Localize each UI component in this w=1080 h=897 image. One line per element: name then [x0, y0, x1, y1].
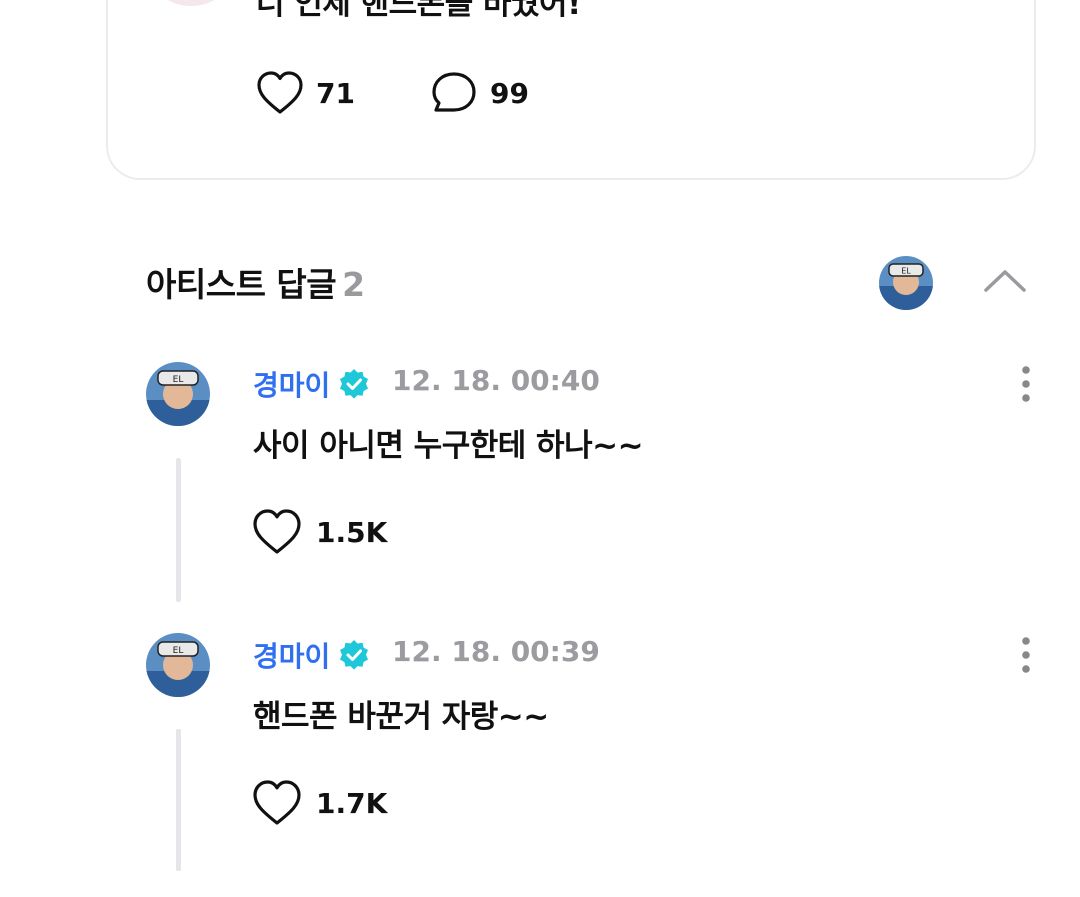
artist-avatar[interactable]: EL: [879, 256, 933, 310]
post-author-avatar[interactable]: [148, 0, 234, 6]
reply-author-name[interactable]: 경마이: [253, 364, 330, 404]
heart-icon: [257, 71, 303, 114]
reply-like-button[interactable]: 1.5K: [252, 508, 387, 556]
svg-text:EL: EL: [901, 267, 911, 276]
post-text: 너 언제 핸드폰을 바꿨어!: [256, 0, 581, 22]
comment-bubble-icon: [432, 72, 476, 112]
verified-badge-icon: [340, 640, 368, 670]
heart-icon: [253, 509, 301, 554]
more-options-button[interactable]: [1010, 364, 1042, 404]
chevron-up-icon: [984, 270, 1026, 292]
post-card[interactable]: 너 언제 핸드폰을 바꿨어! 71 99: [106, 0, 1036, 180]
more-vertical-icon: [1022, 366, 1030, 402]
artist-photo-icon: EL: [879, 256, 933, 310]
post-like-count: 71: [316, 76, 355, 110]
post-comment-button[interactable]: 99: [430, 70, 529, 116]
section-title-text: 아티스트 답글: [146, 265, 337, 304]
reply-like-count: 1.7K: [316, 786, 388, 820]
reply-timestamp: 12. 18. 00:39: [392, 635, 600, 668]
food-bowl-icon: [148, 0, 234, 6]
collapse-button[interactable]: [980, 262, 1030, 300]
thread-line: [176, 458, 181, 602]
more-vertical-icon: [1022, 637, 1030, 673]
section-reply-count: 2: [342, 265, 365, 304]
reply-author-avatar[interactable]: EL: [146, 362, 210, 426]
artist-photo-icon: EL: [146, 362, 210, 426]
artist-photo-icon: EL: [146, 633, 210, 697]
thread-line: [176, 729, 181, 871]
reply-like-count: 1.5K: [316, 515, 388, 549]
reply-like-button[interactable]: 1.7K: [252, 779, 387, 827]
reply-timestamp: 12. 18. 00:40: [392, 364, 600, 397]
svg-text:EL: EL: [173, 646, 184, 656]
post-comment-count: 99: [490, 76, 529, 110]
verified-badge-icon: [340, 369, 368, 399]
heart-icon: [253, 780, 301, 825]
reply-text: 사이 아니면 누구한테 하나~~: [253, 428, 644, 464]
reply-author-name[interactable]: 경마이: [253, 635, 330, 675]
reply-text: 핸드폰 바꾼거 자랑~~: [253, 699, 549, 735]
artist-replies-heading: 아티스트 답글 2: [146, 258, 365, 306]
svg-text:EL: EL: [173, 375, 184, 385]
post-like-button[interactable]: 71: [256, 70, 355, 116]
reply-author-avatar[interactable]: EL: [146, 633, 210, 697]
more-options-button[interactable]: [1010, 635, 1042, 675]
